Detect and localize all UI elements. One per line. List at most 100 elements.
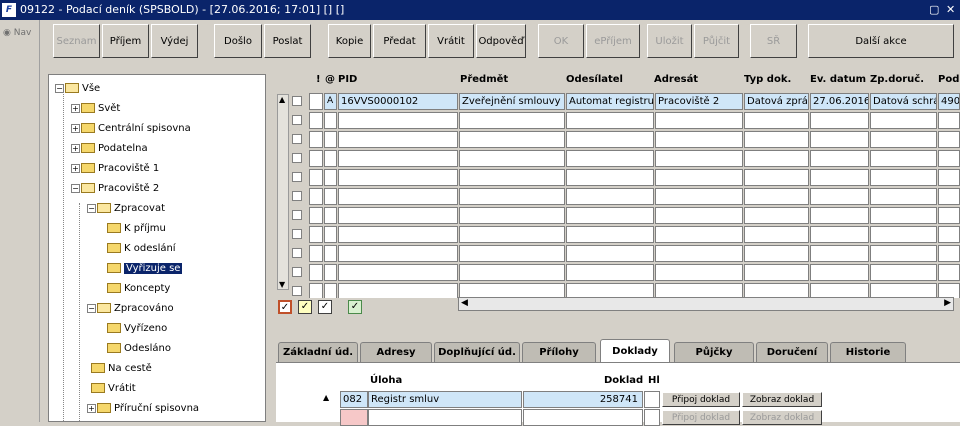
grid-empty-cell[interactable] — [655, 169, 743, 186]
grid-empty-cell[interactable] — [810, 150, 869, 167]
grid-empty-cell[interactable] — [655, 112, 743, 129]
col-header-odesilatel[interactable]: Odesílatel — [566, 74, 623, 85]
grid-empty-cell[interactable] — [938, 131, 960, 148]
row-checkbox[interactable] — [292, 96, 302, 106]
grid-empty-cell[interactable] — [744, 169, 809, 186]
scroll-up-icon[interactable]: ▲ — [323, 393, 329, 402]
collapse-icon[interactable]: − — [87, 303, 96, 313]
row-checkbox[interactable] — [292, 191, 302, 201]
cell-zp-doruc[interactable]: Datová schrá — [870, 93, 937, 110]
grid-empty-cell[interactable] — [744, 207, 809, 224]
grid-empty-cell[interactable] — [810, 131, 869, 148]
grid-empty-cell[interactable] — [566, 131, 654, 148]
grid-empty-cell[interactable] — [566, 188, 654, 205]
row-checkbox[interactable] — [292, 267, 302, 277]
collapse-icon[interactable]: − — [55, 83, 64, 93]
grid-empty-cell[interactable] — [810, 169, 869, 186]
grid-empty-cell[interactable] — [870, 150, 937, 167]
col-header-ev-datum[interactable]: Ev. datum — [810, 74, 866, 85]
grid-empty-cell[interactable] — [744, 226, 809, 243]
seznam-button[interactable]: Seznam — [53, 24, 100, 58]
grid-empty-cell[interactable] — [655, 283, 743, 298]
collapse-icon[interactable]: − — [71, 183, 80, 193]
row-attachment-cell[interactable] — [309, 93, 323, 110]
cell-doklad[interactable]: 258741 — [523, 391, 643, 408]
expand-icon[interactable]: + — [71, 163, 80, 173]
cell-odesilatel[interactable]: Automat registru s — [566, 93, 654, 110]
col-header-zp-doruc[interactable]: Zp.doruč. — [870, 74, 924, 85]
cell-uloha-empty[interactable] — [368, 409, 522, 426]
tab-doruceni[interactable]: Doručení — [756, 342, 828, 362]
tree-item-vratit[interactable]: Vrátit — [91, 379, 136, 397]
grid-empty-cell[interactable] — [938, 264, 960, 281]
vydej-button[interactable]: Výdej — [151, 24, 198, 58]
cell-uloha-code-empty[interactable] — [340, 409, 368, 426]
tab-adresy[interactable]: Adresy — [360, 342, 432, 362]
row-attachment-cell[interactable] — [309, 131, 323, 148]
col-header-pid[interactable]: PID — [338, 74, 357, 85]
grid-empty-cell[interactable] — [566, 207, 654, 224]
kopie-button[interactable]: Kopie — [328, 24, 371, 58]
grid-vscroll[interactable]: ▲ ▼ — [277, 94, 289, 290]
expand-icon[interactable]: + — [71, 143, 80, 153]
sr-button[interactable]: SŘ — [750, 24, 797, 58]
tab-doplnujici[interactable]: Doplňující úd. — [434, 342, 520, 362]
grid-empty-cell[interactable] — [870, 112, 937, 129]
cell-doklad-empty[interactable] — [523, 409, 643, 426]
grid-empty-cell[interactable] — [655, 131, 743, 148]
expand-icon[interactable]: + — [71, 123, 80, 133]
grid-empty-cell[interactable] — [324, 283, 337, 298]
grid-empty-cell[interactable] — [324, 226, 337, 243]
grid-empty-cell[interactable] — [744, 112, 809, 129]
grid-empty-cell[interactable] — [459, 169, 565, 186]
tab-pujcky[interactable]: Půjčky — [674, 342, 754, 362]
pripoj-doklad-button[interactable]: Připoj doklad — [662, 392, 740, 407]
tab-doklady[interactable]: Doklady — [600, 339, 670, 363]
tab-historie[interactable]: Historie — [830, 342, 906, 362]
grid-empty-cell[interactable] — [566, 150, 654, 167]
cell-pod[interactable]: 490 — [938, 93, 960, 110]
row-checkbox[interactable] — [292, 286, 302, 296]
filter-checkbox-1[interactable]: ✓ — [278, 300, 292, 314]
grid-empty-cell[interactable] — [459, 226, 565, 243]
odpoved-button[interactable]: Odpověď — [476, 24, 526, 58]
grid-empty-cell[interactable] — [744, 131, 809, 148]
grid-empty-cell[interactable] — [459, 264, 565, 281]
tab-zakladni[interactable]: Základní úd. — [278, 342, 358, 362]
grid-empty-cell[interactable] — [744, 188, 809, 205]
restore-icon[interactable]: ▢ — [929, 0, 939, 20]
grid-empty-cell[interactable] — [870, 226, 937, 243]
scroll-up-icon[interactable]: ▲ — [279, 95, 285, 104]
grid-empty-cell[interactable] — [938, 112, 960, 129]
filter-checkbox-3[interactable]: ✓ — [318, 300, 332, 314]
grid-empty-cell[interactable] — [338, 207, 458, 224]
row-checkbox[interactable] — [292, 153, 302, 163]
grid-empty-cell[interactable] — [870, 169, 937, 186]
grid-empty-cell[interactable] — [459, 207, 565, 224]
col-header-excl[interactable]: ! — [316, 74, 321, 85]
collapse-icon[interactable]: − — [87, 203, 96, 213]
zobraz-doklad-button[interactable]: Zobraz doklad — [742, 392, 822, 407]
row-checkbox[interactable] — [292, 210, 302, 220]
prijem-button[interactable]: Příjem — [102, 24, 149, 58]
grid-empty-cell[interactable] — [938, 226, 960, 243]
col-header-attachment[interactable]: @ — [325, 74, 335, 85]
row-attachment-cell[interactable] — [309, 283, 323, 298]
cell-adresat[interactable]: Pracoviště 2 — [655, 93, 743, 110]
scroll-left-icon[interactable]: ◀ — [461, 298, 468, 308]
tree-item-podatelna[interactable]: + Podatelna — [71, 139, 148, 157]
cell-uloha-code[interactable]: 082 — [340, 391, 368, 408]
tree-item-centralni[interactable]: + Centrální spisovna — [71, 119, 191, 137]
nav-toggle[interactable]: ◉ Nav — [3, 28, 31, 38]
cell-predmet[interactable]: Zveřejnění smlouvy 25 — [459, 93, 565, 110]
grid-empty-cell[interactable] — [655, 264, 743, 281]
close-icon[interactable]: ✕ — [946, 0, 955, 20]
grid-empty-cell[interactable] — [744, 245, 809, 262]
grid-empty-cell[interactable] — [810, 207, 869, 224]
grid-empty-cell[interactable] — [870, 188, 937, 205]
expand-icon[interactable]: + — [87, 403, 96, 413]
grid-empty-cell[interactable] — [338, 283, 458, 298]
grid-empty-cell[interactable] — [324, 131, 337, 148]
grid-empty-cell[interactable] — [338, 150, 458, 167]
grid-empty-cell[interactable] — [459, 188, 565, 205]
